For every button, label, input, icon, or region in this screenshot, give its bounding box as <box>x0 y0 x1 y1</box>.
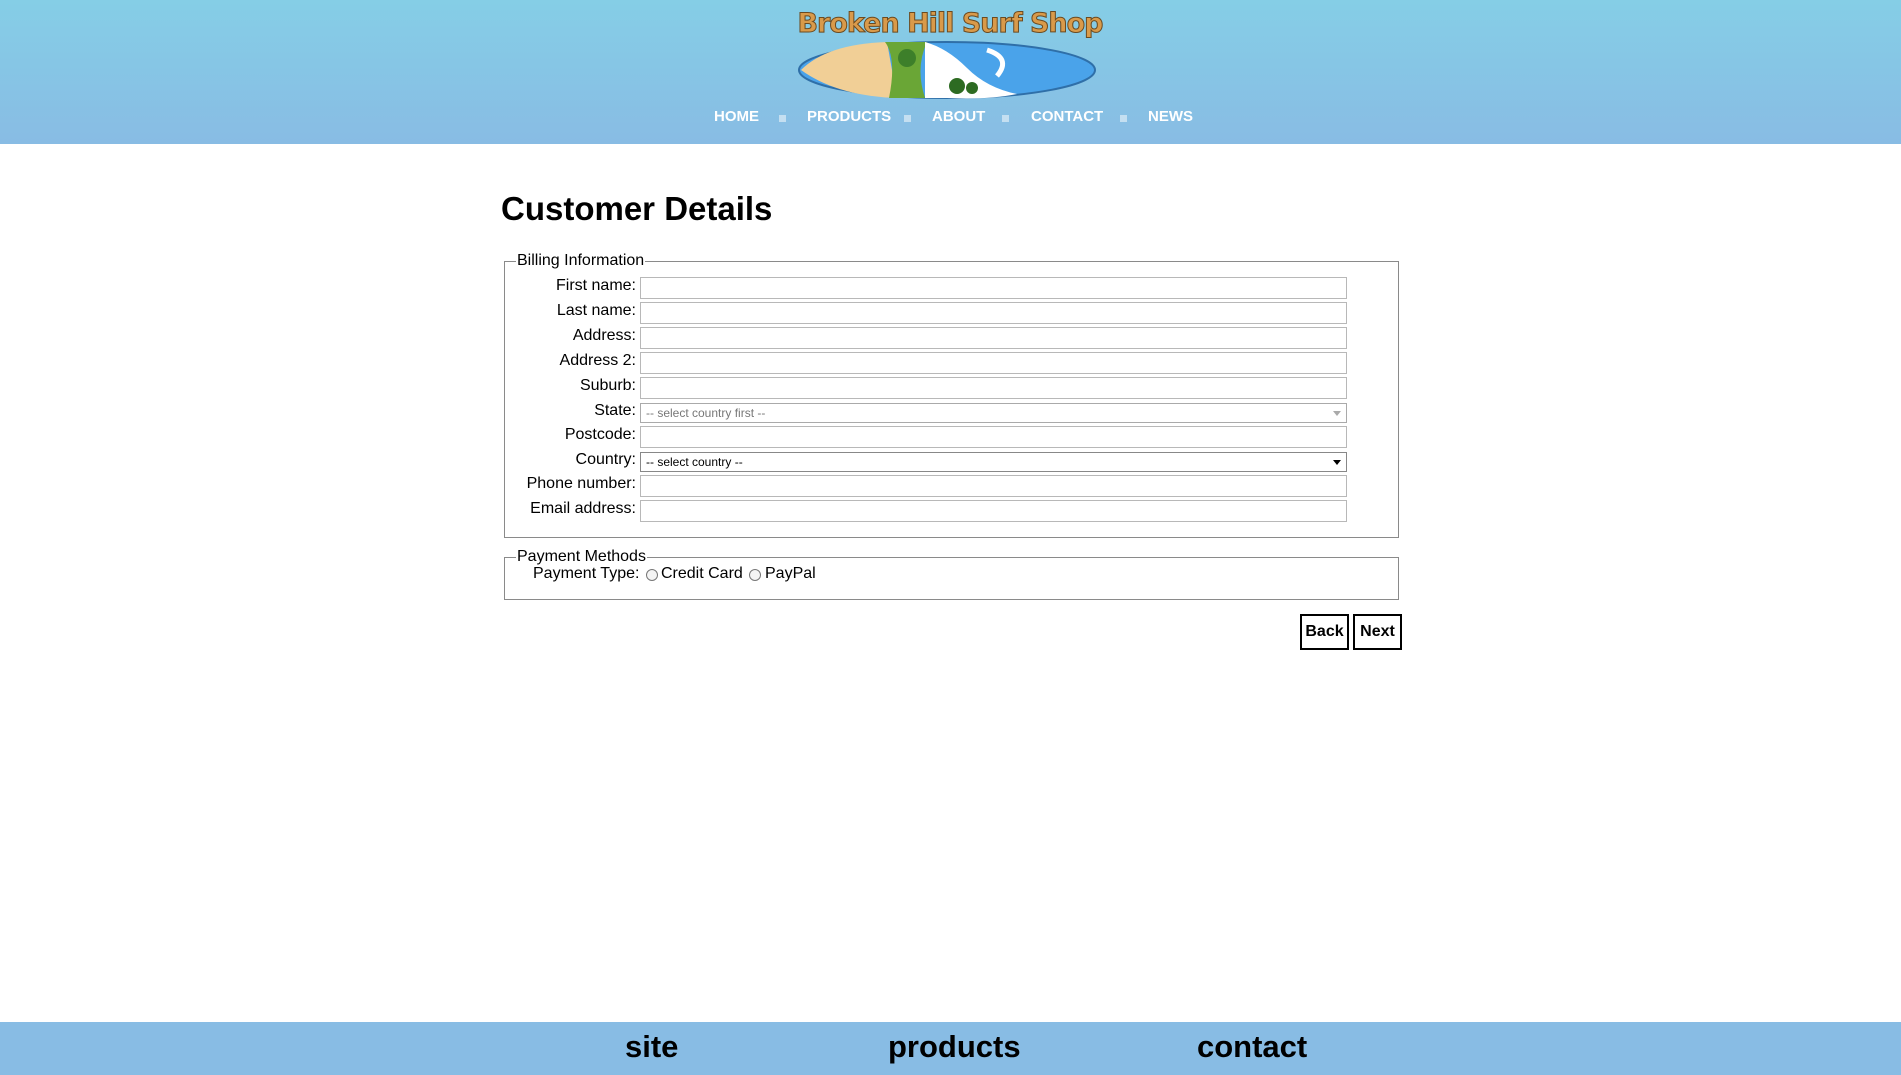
country-label: Country: <box>575 451 636 468</box>
first-name-input[interactable] <box>640 277 1347 299</box>
postcode-input[interactable] <box>640 426 1347 448</box>
footer-products-link[interactable]: products <box>888 1029 1021 1065</box>
postcode-label: Postcode: <box>564 426 636 443</box>
suburb-input[interactable] <box>640 377 1347 399</box>
address2-label: Address 2: <box>559 352 636 369</box>
address-input[interactable] <box>640 327 1347 349</box>
site-logo[interactable]: Broken Hill Surf Shop <box>797 8 1104 99</box>
surfboard-beach-image <box>798 41 1096 99</box>
phone-row: Phone number: <box>0 473 636 497</box>
credit-card-radio[interactable] <box>646 569 658 581</box>
footer-site-link[interactable]: site <box>625 1029 678 1065</box>
state-label: State: <box>594 402 636 419</box>
chevron-down-icon <box>1333 460 1341 465</box>
credit-card-label[interactable]: Credit Card <box>661 565 743 583</box>
back-button[interactable]: Back <box>1300 614 1349 650</box>
address2-input[interactable] <box>640 352 1347 374</box>
email-label: Email address: <box>530 500 636 517</box>
country-row: Country: <box>0 449 636 473</box>
payment-legend: Payment Methods <box>517 548 646 565</box>
site-header: Broken Hill Surf Shop HOME PRODUCTS ABOU… <box>0 0 1901 144</box>
phone-input[interactable] <box>640 475 1347 497</box>
page-title: Customer Details <box>501 190 773 227</box>
next-button[interactable]: Next <box>1353 614 1402 650</box>
state-row: State: <box>0 400 636 424</box>
footer-contact-link[interactable]: contact <box>1197 1029 1307 1065</box>
first-name-label: First name: <box>555 277 636 294</box>
address2-row: Address 2: <box>0 350 636 374</box>
address-label: Address: <box>572 327 636 344</box>
nav-about[interactable]: ABOUT <box>932 108 985 125</box>
site-footer: site products contact <box>0 1022 1901 1075</box>
state-select[interactable]: -- select country first -- <box>640 403 1347 423</box>
first-name-row: First name: <box>0 275 636 299</box>
state-selected-value: -- select country first -- <box>646 406 766 420</box>
main-nav: HOME PRODUCTS ABOUT CONTACT NEWS <box>0 108 1901 128</box>
nav-products[interactable]: PRODUCTS <box>807 108 891 125</box>
nav-news[interactable]: NEWS <box>1148 108 1193 125</box>
address-row: Address: <box>0 325 636 349</box>
last-name-row: Last name: <box>0 300 636 324</box>
last-name-label: Last name: <box>556 302 636 319</box>
email-row: Email address: <box>0 498 636 522</box>
nav-contact[interactable]: CONTACT <box>1031 108 1103 125</box>
phone-label: Phone number: <box>526 475 636 492</box>
nav-home[interactable]: HOME <box>714 108 759 125</box>
last-name-input[interactable] <box>640 302 1347 324</box>
nav-separator <box>904 115 911 122</box>
paypal-radio[interactable] <box>749 569 761 581</box>
nav-separator <box>1120 115 1127 122</box>
paypal-label[interactable]: PayPal <box>765 565 816 583</box>
payment-type-label: Payment Type: <box>533 565 640 582</box>
email-input[interactable] <box>640 500 1347 522</box>
billing-legend: Billing Information <box>517 252 645 269</box>
suburb-label: Suburb: <box>579 377 636 394</box>
nav-separator <box>779 115 786 122</box>
chevron-down-icon <box>1333 411 1341 416</box>
suburb-row: Suburb: <box>0 375 636 399</box>
nav-separator <box>1002 115 1009 122</box>
country-select[interactable]: -- select country -- <box>640 452 1347 472</box>
postcode-row: Postcode: <box>0 424 636 448</box>
country-selected-value: -- select country -- <box>646 455 743 469</box>
